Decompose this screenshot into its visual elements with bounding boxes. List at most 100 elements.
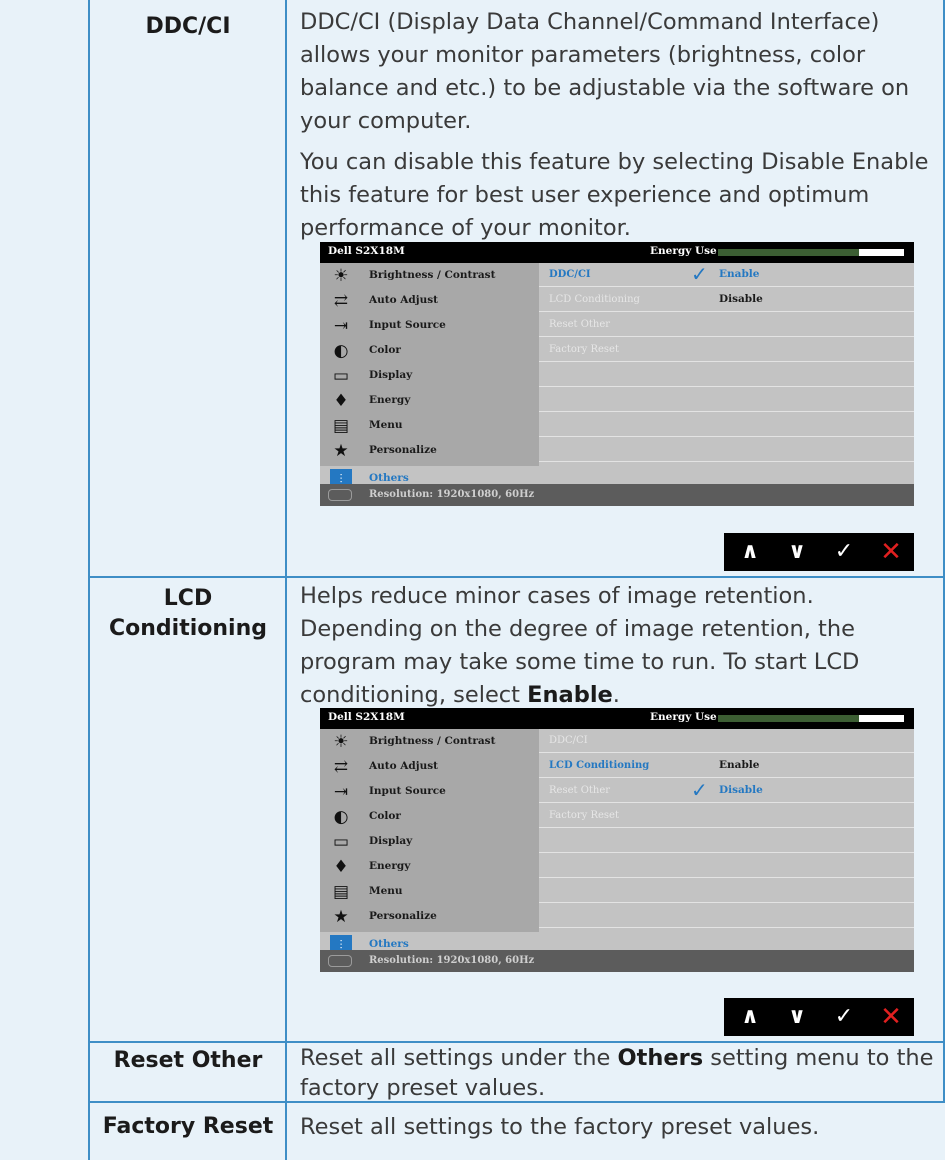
osd-submenu-label: DDC/CI — [549, 269, 591, 280]
osd-submenu: DDC/CI ✓ Enable LCD Conditioning Disable Rese… — [539, 262, 914, 487]
osd-menu-item[interactable]: ▭ Display — [320, 363, 539, 389]
osd-menu-item[interactable]: ★ Personalize — [320, 438, 539, 464]
energy-use-bar — [718, 249, 904, 256]
desc-text: . — [612, 682, 620, 708]
color-icon: ◐ — [333, 807, 349, 827]
desc-paragraph: DDC/CI (Display Data Channel/Command Int… — [300, 9, 910, 134]
osd-menu-item[interactable]: ▤ Menu — [320, 413, 539, 439]
osd-submenu-row[interactable]: DDC/CI — [539, 729, 914, 753]
osd-menu-item-label: Personalize — [369, 444, 437, 456]
osd-submenu-row[interactable]: Reset Other ✓ Disable — [539, 778, 914, 803]
osd-submenu-label: LCD Conditioning — [549, 294, 640, 305]
osd-menu-lcd-conditioning: Dell S2X18M Energy Use ☀ Brightness / Con… — [320, 708, 914, 972]
osd-submenu-row — [539, 388, 914, 412]
osd-submenu-row[interactable]: Reset Other — [539, 313, 914, 337]
table-border-left — [88, 0, 90, 1160]
osd-menu-item-label: Menu — [369, 885, 403, 897]
osd-menu-item[interactable]: ◐ Color — [320, 804, 539, 830]
osd-menu-item[interactable]: ⇄ Auto Adjust — [320, 288, 539, 314]
osd-submenu-row — [539, 829, 914, 853]
osd-submenu-row — [539, 904, 914, 928]
osd-menu-item-label: Color — [369, 810, 401, 822]
label-line: LCD — [163, 586, 213, 611]
input-source-icon: ⇥ — [333, 782, 349, 802]
up-arrow-icon[interactable]: ∧ — [728, 533, 772, 571]
osd-menu-item[interactable]: ♦ Energy — [320, 388, 539, 414]
display-icon: ▭ — [332, 832, 350, 852]
row-desc-factory-reset: Reset all settings to the factory preset… — [300, 1114, 820, 1140]
desc-paragraph: You can disable this feature by selectin… — [300, 149, 929, 241]
row-label-reset-other: Reset Other — [113, 1048, 263, 1073]
osd-menu-item[interactable]: ♦ Energy — [320, 854, 539, 880]
down-arrow-icon[interactable]: ∨ — [775, 998, 819, 1036]
osd-submenu-row[interactable]: Factory Reset — [539, 804, 914, 828]
osd-model-name: Dell S2X18M — [328, 711, 405, 723]
selected-check-icon: ✓ — [691, 778, 708, 802]
osd-submenu-label: Reset Other — [549, 319, 611, 330]
osd-menu-item-label: Others — [369, 472, 409, 484]
option-disable[interactable]: Disable — [719, 293, 763, 305]
desc-text: Reset all settings under the — [300, 1045, 618, 1071]
up-arrow-icon[interactable]: ∧ — [728, 998, 772, 1036]
osd-submenu-row — [539, 438, 914, 462]
osd-menu-item-label: Brightness / Contrast — [369, 735, 496, 747]
menu-icon: ▤ — [332, 416, 350, 436]
osd-menu-item-label: Display — [369, 835, 413, 847]
osd-energy-label: Energy Use — [650, 711, 717, 723]
resolution-icon — [328, 955, 352, 967]
osd-submenu-row[interactable]: LCD Conditioning Disable — [539, 288, 914, 312]
osd-menu-item[interactable]: ⇥ Input Source — [320, 779, 539, 805]
desc-paragraph: Reset all settings under the Others sett… — [300, 1043, 940, 1103]
row-label-lcd-conditioning: LCD Conditioning — [92, 584, 284, 644]
osd-menu-item-label: Auto Adjust — [369, 760, 438, 772]
selected-check-icon: ✓ — [691, 262, 708, 286]
row-label-ddcci: DDC/CI — [145, 14, 231, 39]
close-icon[interactable]: ✕ — [869, 533, 913, 571]
auto-adjust-icon: ⇄ — [333, 757, 349, 777]
row-label-factory-reset: Factory Reset — [102, 1114, 274, 1139]
option-enable[interactable]: Enable — [719, 759, 759, 771]
osd-menu-item[interactable]: ▤ Menu — [320, 879, 539, 905]
osd-menu-item[interactable]: ★ Personalize — [320, 904, 539, 930]
star-icon: ★ — [333, 907, 349, 927]
osd-submenu-row[interactable]: Factory Reset — [539, 338, 914, 362]
osd-menu-item[interactable]: ☀ Brightness / Contrast — [320, 263, 539, 289]
desc-paragraph: Helps reduce minor cases of image retent… — [300, 580, 940, 712]
osd-menu-item[interactable]: ◐ Color — [320, 338, 539, 364]
row-desc-lcd-conditioning: Helps reduce minor cases of image retent… — [300, 580, 940, 720]
osd-menu-item-label: Color — [369, 344, 401, 356]
check-icon[interactable]: ✓ — [822, 998, 866, 1036]
brightness-icon: ☀ — [333, 266, 349, 286]
osd-resolution: Resolution: 1920x1080, 60Hz — [369, 955, 535, 966]
desc-bold: Others — [617, 1045, 704, 1071]
osd-submenu-row[interactable]: DDC/CI ✓ Enable — [539, 262, 914, 287]
row-separator — [88, 576, 945, 578]
energy-use-fill — [718, 249, 860, 256]
osd-main-menu: ☀ Brightness / Contrast ⇄ Auto Adjust ⇥ Input… — [320, 729, 539, 958]
osd-menu-item[interactable]: ⇥ Input Source — [320, 313, 539, 339]
osd-submenu-row — [539, 879, 914, 903]
brightness-icon: ☀ — [333, 732, 349, 752]
osd-menu-item[interactable]: ☀ Brightness / Contrast — [320, 729, 539, 755]
osd-menu-item-label: Menu — [369, 419, 403, 431]
option-disable[interactable]: Disable — [719, 784, 763, 796]
osd-submenu-label: Reset Other — [549, 785, 611, 796]
display-icon: ▭ — [332, 366, 350, 386]
menu-icon: ▤ — [332, 882, 350, 902]
down-arrow-icon[interactable]: ∨ — [775, 533, 819, 571]
energy-icon: ♦ — [333, 391, 349, 411]
osd-title-bar: Dell S2X18M Energy Use — [320, 242, 914, 263]
check-icon[interactable]: ✓ — [822, 533, 866, 571]
osd-menu-item-label: Others — [369, 938, 409, 950]
osd-submenu-row — [539, 854, 914, 878]
osd-menu-item[interactable]: ▭ Display — [320, 829, 539, 855]
close-icon[interactable]: ✕ — [869, 998, 913, 1036]
option-enable[interactable]: Enable — [719, 268, 759, 280]
input-source-icon: ⇥ — [333, 316, 349, 336]
osd-energy-label: Energy Use — [650, 245, 717, 257]
osd-menu-item[interactable]: ⇄ Auto Adjust — [320, 754, 539, 780]
color-icon: ◐ — [333, 341, 349, 361]
osd-menu-item-label: Auto Adjust — [369, 294, 438, 306]
osd-submenu-row[interactable]: LCD Conditioning Enable — [539, 754, 914, 778]
osd-resolution: Resolution: 1920x1080, 60Hz — [369, 489, 535, 500]
